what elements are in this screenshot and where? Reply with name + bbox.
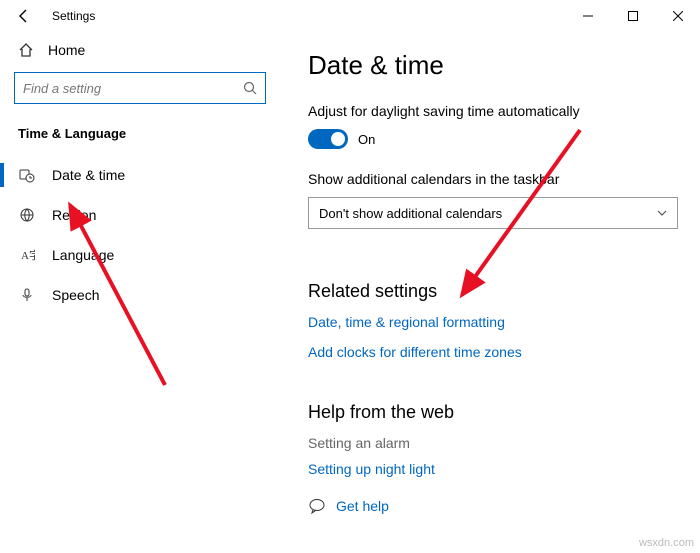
search-icon — [243, 81, 257, 95]
search-input[interactable] — [23, 81, 243, 96]
link-add-clocks[interactable]: Add clocks for different time zones — [308, 344, 690, 360]
chat-icon — [308, 497, 326, 515]
dropdown-value: Don't show additional calendars — [319, 206, 657, 221]
daylight-label: Adjust for daylight saving time automati… — [308, 103, 690, 119]
calendars-dropdown[interactable]: Don't show additional calendars — [308, 197, 678, 229]
sidebar: Home Time & Language Date & time Region — [0, 32, 280, 553]
nav-item-label: Region — [52, 207, 96, 223]
daylight-state: On — [358, 132, 375, 147]
svg-text:A字: A字 — [21, 248, 35, 262]
help-muted: Setting an alarm — [308, 435, 690, 451]
window-title: Settings — [52, 9, 95, 23]
daylight-toggle[interactable] — [308, 129, 348, 149]
maximize-button[interactable] — [610, 0, 655, 32]
home-label: Home — [48, 42, 85, 58]
page-title: Date & time — [308, 50, 690, 81]
nav-item-label: Language — [52, 247, 114, 263]
microphone-icon — [18, 287, 36, 303]
calendars-label: Show additional calendars in the taskbar — [308, 171, 690, 187]
minimize-button[interactable] — [565, 0, 610, 32]
help-heading: Help from the web — [308, 402, 690, 423]
nav-item-label: Date & time — [52, 167, 125, 183]
a-letter-icon: A字 — [18, 247, 36, 263]
related-heading: Related settings — [308, 281, 690, 302]
search-box[interactable] — [14, 72, 266, 104]
back-button[interactable] — [14, 6, 34, 26]
link-date-time-regional[interactable]: Date, time & regional formatting — [308, 314, 690, 330]
link-get-help[interactable]: Get help — [336, 498, 389, 514]
nav-group-title: Time & Language — [0, 122, 280, 155]
close-button[interactable] — [655, 0, 700, 32]
titlebar: Settings — [0, 0, 700, 32]
content-pane: Date & time Adjust for daylight saving t… — [280, 32, 700, 553]
clock-calendar-icon — [18, 167, 36, 183]
globe-icon — [18, 207, 36, 223]
nav-item-region[interactable]: Region — [0, 195, 280, 235]
nav-item-date-time[interactable]: Date & time — [0, 155, 280, 195]
home-nav[interactable]: Home — [0, 32, 280, 72]
nav-item-language[interactable]: A字 Language — [0, 235, 280, 275]
nav-item-label: Speech — [52, 287, 99, 303]
chevron-down-icon — [657, 208, 667, 218]
watermark: wsxdn.com — [639, 537, 694, 549]
link-night-light[interactable]: Setting up night light — [308, 461, 690, 477]
nav-item-speech[interactable]: Speech — [0, 275, 280, 315]
home-icon — [18, 42, 34, 58]
